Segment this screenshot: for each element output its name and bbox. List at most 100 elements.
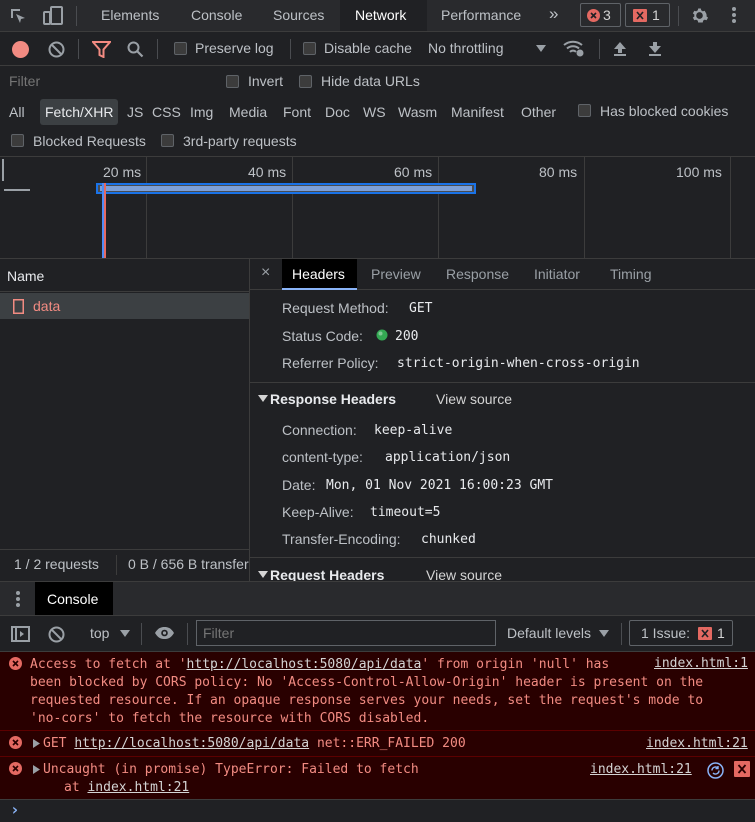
timeline-overview[interactable]: 20 ms 40 ms 60 ms 80 ms 100 ms — [0, 157, 755, 258]
has-blocked-cookies-checkbox[interactable] — [578, 104, 591, 117]
close-detail-button[interactable]: × — [261, 264, 270, 282]
throttling-select[interactable]: No throttling — [424, 36, 552, 60]
device-toolbar-icon[interactable] — [42, 6, 64, 26]
console-error-message[interactable]: GET http://localhost:5080/api/data net::… — [0, 730, 755, 756]
filter-funnel-icon[interactable] — [91, 40, 111, 58]
referrer-policy-value: strict-origin-when-cross-origin — [397, 356, 640, 371]
error-text-part: Access to fetch at ' — [30, 657, 187, 672]
issue-counter-button[interactable]: 1 — [625, 3, 670, 27]
search-issue-icon[interactable] — [706, 761, 724, 779]
network-conditions-icon[interactable] — [563, 38, 585, 58]
stack-trace-link[interactable]: index.html:21 — [87, 780, 189, 795]
type-filter-css[interactable]: CSS — [152, 104, 181, 120]
blocked-requests-checkbox[interactable] — [11, 134, 24, 147]
kebab-menu-icon[interactable] — [726, 5, 742, 25]
triangle-right-icon[interactable] — [32, 765, 40, 774]
throttling-value: No throttling — [428, 40, 504, 56]
type-filter-other[interactable]: Other — [521, 104, 556, 120]
type-filter-ws[interactable]: WS — [363, 104, 386, 120]
drawer-tab-console[interactable]: Console — [35, 582, 113, 615]
more-tabs-button[interactable]: » — [549, 4, 558, 24]
request-headers-section-header[interactable]: Request Headers View source — [250, 558, 755, 581]
log-levels-select[interactable]: Default levels — [502, 621, 614, 645]
response-header-value: chunked — [421, 532, 476, 547]
console-prompt[interactable]: › — [0, 799, 755, 822]
type-filter-fetch-xhr[interactable]: Fetch/XHR — [40, 99, 118, 125]
referrer-policy-label: Referrer Policy: — [282, 355, 379, 371]
timeline-tick: 60 ms — [394, 164, 433, 180]
invert-checkbox[interactable] — [226, 75, 239, 88]
response-header-value: timeout=5 — [370, 505, 441, 520]
hide-data-urls-checkbox[interactable] — [299, 75, 312, 88]
tab-elements[interactable]: Elements — [101, 7, 159, 23]
request-list-header[interactable]: Name — [0, 259, 249, 292]
network-filter-input[interactable] — [3, 69, 209, 93]
inspect-element-icon[interactable] — [8, 6, 28, 26]
gear-icon[interactable] — [689, 5, 709, 25]
issues-button[interactable]: 1 Issue: 1 — [629, 620, 733, 646]
blocked-requests-label: Blocked Requests — [33, 133, 146, 149]
context-value: top — [90, 625, 110, 641]
clear-console-icon[interactable] — [47, 625, 65, 643]
tab-response[interactable]: Response — [446, 266, 509, 282]
type-filter-doc[interactable]: Doc — [325, 104, 350, 120]
tab-headers[interactable]: Headers — [282, 259, 357, 290]
triangle-right-icon[interactable] — [32, 739, 40, 748]
triangle-down-icon — [258, 570, 268, 578]
load-event-line — [104, 183, 106, 258]
third-party-checkbox[interactable] — [161, 134, 174, 147]
type-filter-js[interactable]: JS — [127, 104, 143, 120]
error-url-link[interactable]: http://localhost:5080/api/data — [74, 736, 309, 751]
source-link[interactable]: index.html:1 — [654, 656, 748, 671]
source-link[interactable]: index.html:21 — [590, 762, 692, 777]
console-error-message[interactable]: Access to fetch at 'http://localhost:508… — [0, 652, 755, 730]
preserve-log-checkbox[interactable] — [174, 42, 187, 55]
request-method-label: Request Method: — [282, 300, 389, 316]
disable-cache-checkbox[interactable] — [303, 42, 316, 55]
live-expression-eye-icon[interactable] — [153, 625, 175, 641]
issue-flag-icon — [698, 627, 712, 640]
error-counter-button[interactable]: 3 — [580, 3, 621, 27]
clear-icon[interactable] — [47, 40, 65, 58]
type-filter-manifest[interactable]: Manifest — [451, 104, 504, 120]
tab-initiator[interactable]: Initiator — [534, 266, 580, 282]
record-icon[interactable] — [11, 40, 29, 58]
tab-timing[interactable]: Timing — [610, 266, 652, 282]
tab-console[interactable]: Console — [191, 7, 242, 23]
export-har-icon[interactable] — [647, 40, 663, 58]
issue-flag-icon[interactable] — [734, 761, 750, 777]
type-filter-font[interactable]: Font — [283, 104, 311, 120]
tab-preview[interactable]: Preview — [371, 266, 421, 282]
tab-sources[interactable]: Sources — [273, 7, 324, 23]
status-code-value: 200 — [395, 329, 419, 344]
source-link[interactable]: index.html:21 — [646, 736, 748, 751]
timeline-start-marker — [2, 159, 4, 181]
type-filter-media[interactable]: Media — [229, 104, 267, 120]
request-row[interactable]: data — [0, 293, 249, 319]
console-sidebar-icon[interactable] — [10, 625, 30, 643]
preserve-log-label: Preserve log — [195, 40, 274, 56]
context-selector[interactable]: top — [84, 621, 138, 645]
type-filter-all[interactable]: All — [9, 104, 25, 120]
type-filter-img[interactable]: Img — [190, 104, 213, 120]
type-filter-wasm[interactable]: Wasm — [398, 104, 437, 120]
request-name: data — [33, 298, 61, 314]
tab-network[interactable]: Network — [340, 0, 427, 31]
response-headers-section-header[interactable]: Response Headers View source — [250, 383, 755, 413]
tab-performance[interactable]: Performance — [441, 7, 521, 23]
timeline-request-bar — [96, 183, 476, 194]
invert-label: Invert — [248, 73, 284, 89]
response-headers-title: Response Headers — [270, 391, 397, 407]
error-text-part: net::ERR_FAILED 200 — [309, 736, 466, 751]
request-view-source-link[interactable]: View source — [426, 567, 502, 581]
requests-count: 1 / 2 requests — [14, 556, 99, 572]
response-view-source-link[interactable]: View source — [436, 391, 512, 407]
drawer-menu-icon[interactable] — [14, 590, 22, 608]
console-error-message[interactable]: Uncaught (in promise) TypeError: Failed … — [0, 756, 755, 799]
search-icon[interactable] — [126, 40, 144, 58]
console-filter-input[interactable] — [196, 620, 496, 646]
status-green-dot-icon — [376, 329, 388, 341]
request-method-value: GET — [409, 301, 433, 316]
import-har-icon[interactable] — [612, 40, 628, 58]
error-url-link[interactable]: http://localhost:5080/api/data — [187, 657, 422, 672]
